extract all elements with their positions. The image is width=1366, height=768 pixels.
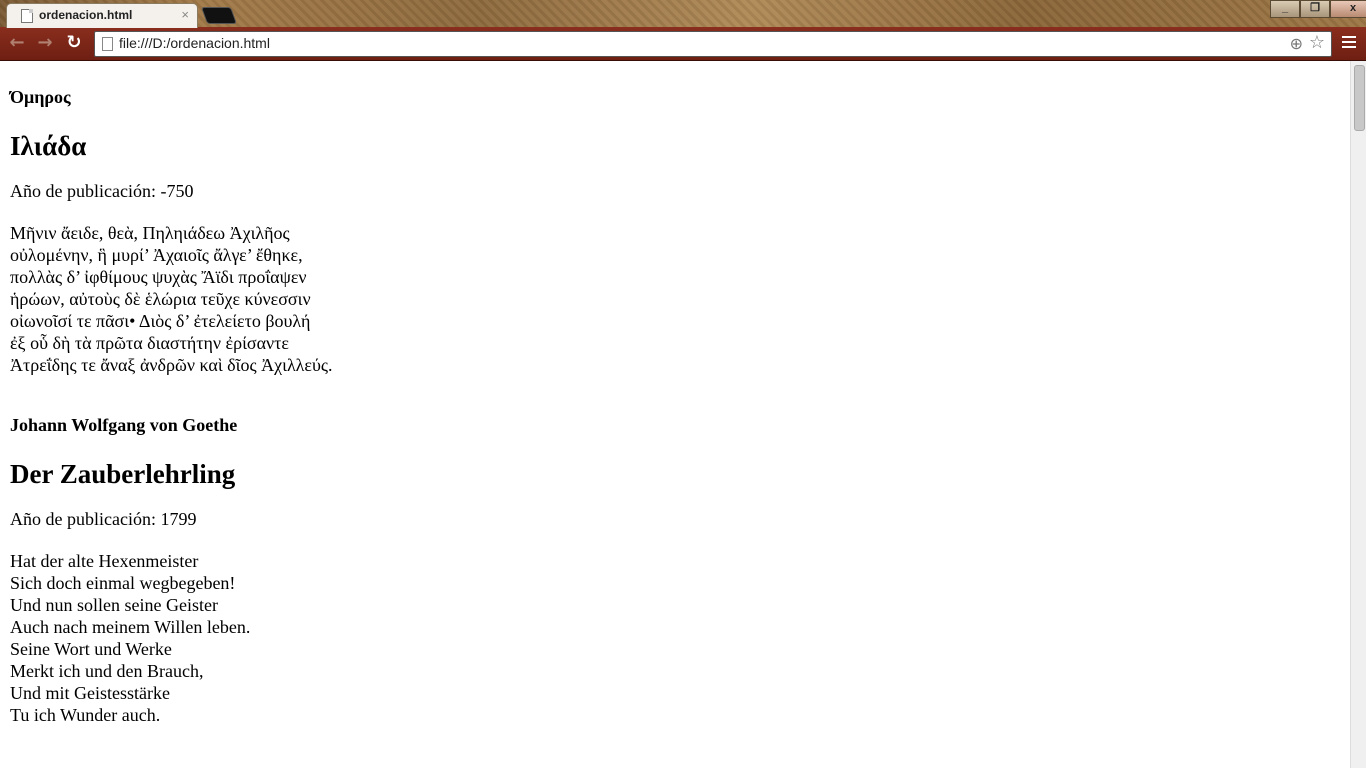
minimize-button[interactable]: _ <box>1270 0 1300 18</box>
address-bar[interactable]: ⊕ ☆ <box>94 31 1332 57</box>
reload-button[interactable]: ↻ <box>64 33 84 53</box>
verse-line: Hat der alte Hexenmeister <box>10 551 199 571</box>
bookmark-star-icon[interactable]: ☆ <box>1309 32 1325 53</box>
verse-line: ἡρώων, αὐτοὺς δὲ ἑλώρια τεῦχε κύνεσσιν <box>10 289 311 309</box>
verse-line: Merkt ich und den Brauch, <box>10 661 204 681</box>
verse-line: Μῆνιν ἄειδε, θεὰ, Πηληιάδεω Ἀχιλῆος <box>10 223 290 243</box>
url-input[interactable] <box>119 34 1269 52</box>
verse-line: Tu ich Wunder auch. <box>10 705 161 725</box>
browser-tab[interactable]: ordenacion.html × <box>6 3 198 28</box>
work-title: Ιλιάδα <box>10 131 87 161</box>
verse-line: Ἀτρεΐδης τε ἄναξ ἀνδρῶν καὶ δῖος Ἀχιλλεύ… <box>10 355 333 375</box>
new-tab-button[interactable] <box>200 7 238 24</box>
maximize-button[interactable]: ❐ <box>1300 0 1330 18</box>
verse: Hat der alte Hexenmeister Sich doch einm… <box>10 550 1340 726</box>
menu-icon[interactable] <box>1342 36 1356 51</box>
verse-line: οὐλομένην, ἣ μυρί’ Ἀχαιοῖς ἄλγε’ ἔθηκε, <box>10 245 303 265</box>
scrollbar-thumb[interactable] <box>1354 65 1365 131</box>
publication-year: Año de publicación: 1799 <box>10 509 197 529</box>
verse-line: Seine Wort und Werke <box>10 639 172 659</box>
page-content: Όμηρος Ιλιάδα Año de publicación: -750 Μ… <box>0 61 1350 768</box>
verse: Μῆνιν ἄειδε, θεὰ, Πηληιάδεω Ἀχιλῆος οὐλο… <box>10 222 1340 376</box>
page-icon <box>21 9 33 23</box>
back-button[interactable]: ← <box>7 33 27 53</box>
work-block: Johann Wolfgang von Goethe Der Zauberleh… <box>10 415 1340 726</box>
forward-button[interactable]: → <box>35 33 55 53</box>
verse-line: Auch nach meinem Willen leben. <box>10 617 251 637</box>
window-controls: _ ❐ x <box>1270 0 1366 18</box>
zoom-icon[interactable]: ⊕ <box>1290 34 1303 53</box>
verse-line: ἐξ οὗ δὴ τὰ πρῶτα διαστήτην ἐρίσαντε <box>10 333 289 353</box>
tab-title: ordenacion.html <box>39 8 133 22</box>
vertical-scrollbar[interactable] <box>1350 61 1366 768</box>
work-title: Der Zauberlehrling <box>10 459 236 489</box>
verse-line: Und nun sollen seine Geister <box>10 595 218 615</box>
work-block: Όμηρος Ιλιάδα Año de publicación: -750 Μ… <box>10 87 1340 376</box>
verse-line: πολλὰς δ’ ἰφθίμους ψυχὰς Ἄϊδι προΐαψεν <box>10 267 307 287</box>
author-heading: Όμηρος <box>10 87 71 107</box>
close-window-button[interactable]: x <box>1330 0 1366 18</box>
verse-line: Und mit Geistesstärke <box>10 683 170 703</box>
tab-close-icon[interactable]: × <box>181 7 189 22</box>
publication-year: Año de publicación: -750 <box>10 181 194 201</box>
author-heading: Johann Wolfgang von Goethe <box>10 415 238 435</box>
verse-line: Sich doch einmal wegbegeben! <box>10 573 236 593</box>
verse-line: οἰωνοῖσί τε πᾶσι• Διὸς δ’ ἐτελείετο βουλ… <box>10 311 311 331</box>
page-icon <box>102 37 113 51</box>
browser-toolbar: ← → ↻ ⊕ ☆ <box>0 27 1366 61</box>
